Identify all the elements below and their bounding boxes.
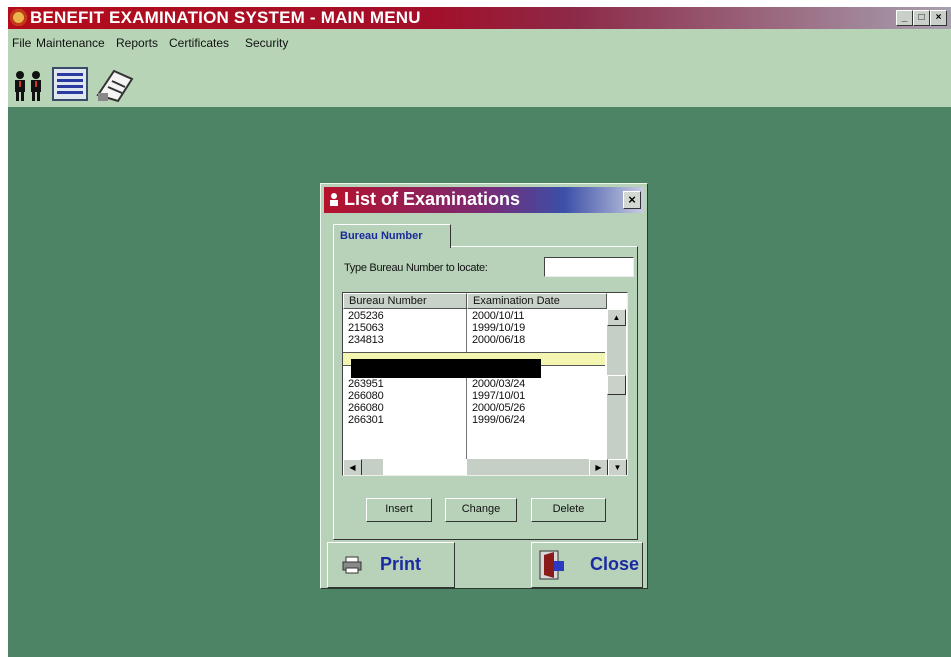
locate-label: Type Bureau Number to locate:: [344, 262, 488, 274]
table-cell-date[interactable]: 2000/10/11: [472, 311, 524, 322]
table-cell-date[interactable]: 2000/06/18: [472, 335, 525, 346]
window-title: BENEFIT EXAMINATION SYSTEM - MAIN MENU: [30, 8, 421, 27]
menu-file[interactable]: File: [12, 36, 31, 50]
person-icon: [330, 193, 338, 206]
examinations-dialog: List of Examinations × Bureau Number Typ…: [320, 183, 648, 589]
title-bar: BENEFIT EXAMINATION SYSTEM - MAIN MENU _…: [8, 7, 951, 29]
dialog-title-bar: List of Examinations ×: [324, 187, 644, 213]
table-cell-bureau[interactable]: 266080: [348, 403, 384, 414]
horizontal-scrollbar-right[interactable]: ▶ ▼: [587, 459, 627, 475]
close-window-button[interactable]: ×: [930, 10, 947, 26]
people-icon[interactable]: [10, 65, 46, 103]
vertical-scrollbar[interactable]: ▲: [607, 309, 626, 459]
scroll-down-icon[interactable]: ▼: [608, 459, 627, 475]
menu-security[interactable]: Security: [245, 36, 288, 50]
horizontal-scrollbar-track[interactable]: [467, 459, 587, 475]
table-cell-bureau[interactable]: 263951: [348, 379, 384, 390]
tab-label: Bureau Number: [340, 230, 423, 242]
certificate-icon[interactable]: [94, 65, 136, 103]
tab-bureau-number[interactable]: Bureau Number: [333, 224, 451, 248]
horizontal-scrollbar-left[interactable]: ◀: [343, 459, 383, 475]
main-window: BENEFIT EXAMINATION SYSTEM - MAIN MENU _…: [8, 7, 951, 657]
menu-reports[interactable]: Reports: [116, 36, 158, 50]
table-cell-bureau[interactable]: 215063: [348, 323, 384, 334]
redaction-box: [351, 359, 541, 378]
table-cell-bureau[interactable]: 266080: [348, 391, 384, 402]
insert-button[interactable]: Insert: [366, 498, 432, 522]
examinations-table: Bureau Number Examination Date 205236 20…: [342, 292, 628, 476]
app-icon[interactable]: [10, 9, 27, 26]
table-cell-date[interactable]: 1999/10/19: [472, 323, 525, 334]
dialog-close-button[interactable]: ×: [623, 191, 641, 209]
maximize-button[interactable]: □: [913, 10, 930, 26]
scroll-up-icon[interactable]: ▲: [607, 309, 626, 326]
table-cell-bureau[interactable]: 266301: [348, 415, 384, 426]
minimize-button[interactable]: _: [896, 10, 913, 26]
table-cell-date[interactable]: 1999/06/24: [472, 415, 525, 426]
table-cell-bureau[interactable]: 205236: [348, 311, 384, 322]
change-button[interactable]: Change: [445, 498, 517, 522]
close-label: Close: [590, 554, 640, 574]
scroll-thumb[interactable]: [607, 375, 626, 395]
print-button[interactable]: Print: [327, 542, 455, 588]
table-cell-date[interactable]: 2000/03/24: [472, 379, 525, 390]
close-button[interactable]: Close: [531, 542, 643, 588]
table-cell-date[interactable]: 1997/10/01: [472, 391, 525, 402]
menu-certificates[interactable]: Certificates: [169, 36, 229, 50]
scroll-left-icon[interactable]: ◀: [343, 459, 362, 475]
column-header-bureau-number[interactable]: Bureau Number: [343, 293, 467, 309]
exit-door-icon: [539, 550, 564, 580]
tab-panel: Type Bureau Number to locate: Bureau Num…: [333, 246, 638, 540]
menu-bar: File Maintenance Reports Certificates Se…: [8, 29, 951, 107]
bureau-search-input[interactable]: [544, 257, 634, 277]
list-icon[interactable]: [52, 65, 90, 103]
printer-icon: [342, 556, 362, 574]
column-header-examination-date[interactable]: Examination Date: [467, 293, 607, 309]
scroll-right-icon[interactable]: ▶: [589, 459, 608, 475]
menu-maintenance[interactable]: Maintenance: [36, 36, 105, 50]
delete-button[interactable]: Delete: [531, 498, 606, 522]
dialog-title: List of Examinations: [344, 189, 521, 209]
column-divider: [466, 309, 467, 459]
table-cell-date[interactable]: 2000/05/26: [472, 403, 525, 414]
table-cell-bureau[interactable]: 234813: [348, 335, 384, 346]
print-label: Print: [380, 554, 422, 574]
